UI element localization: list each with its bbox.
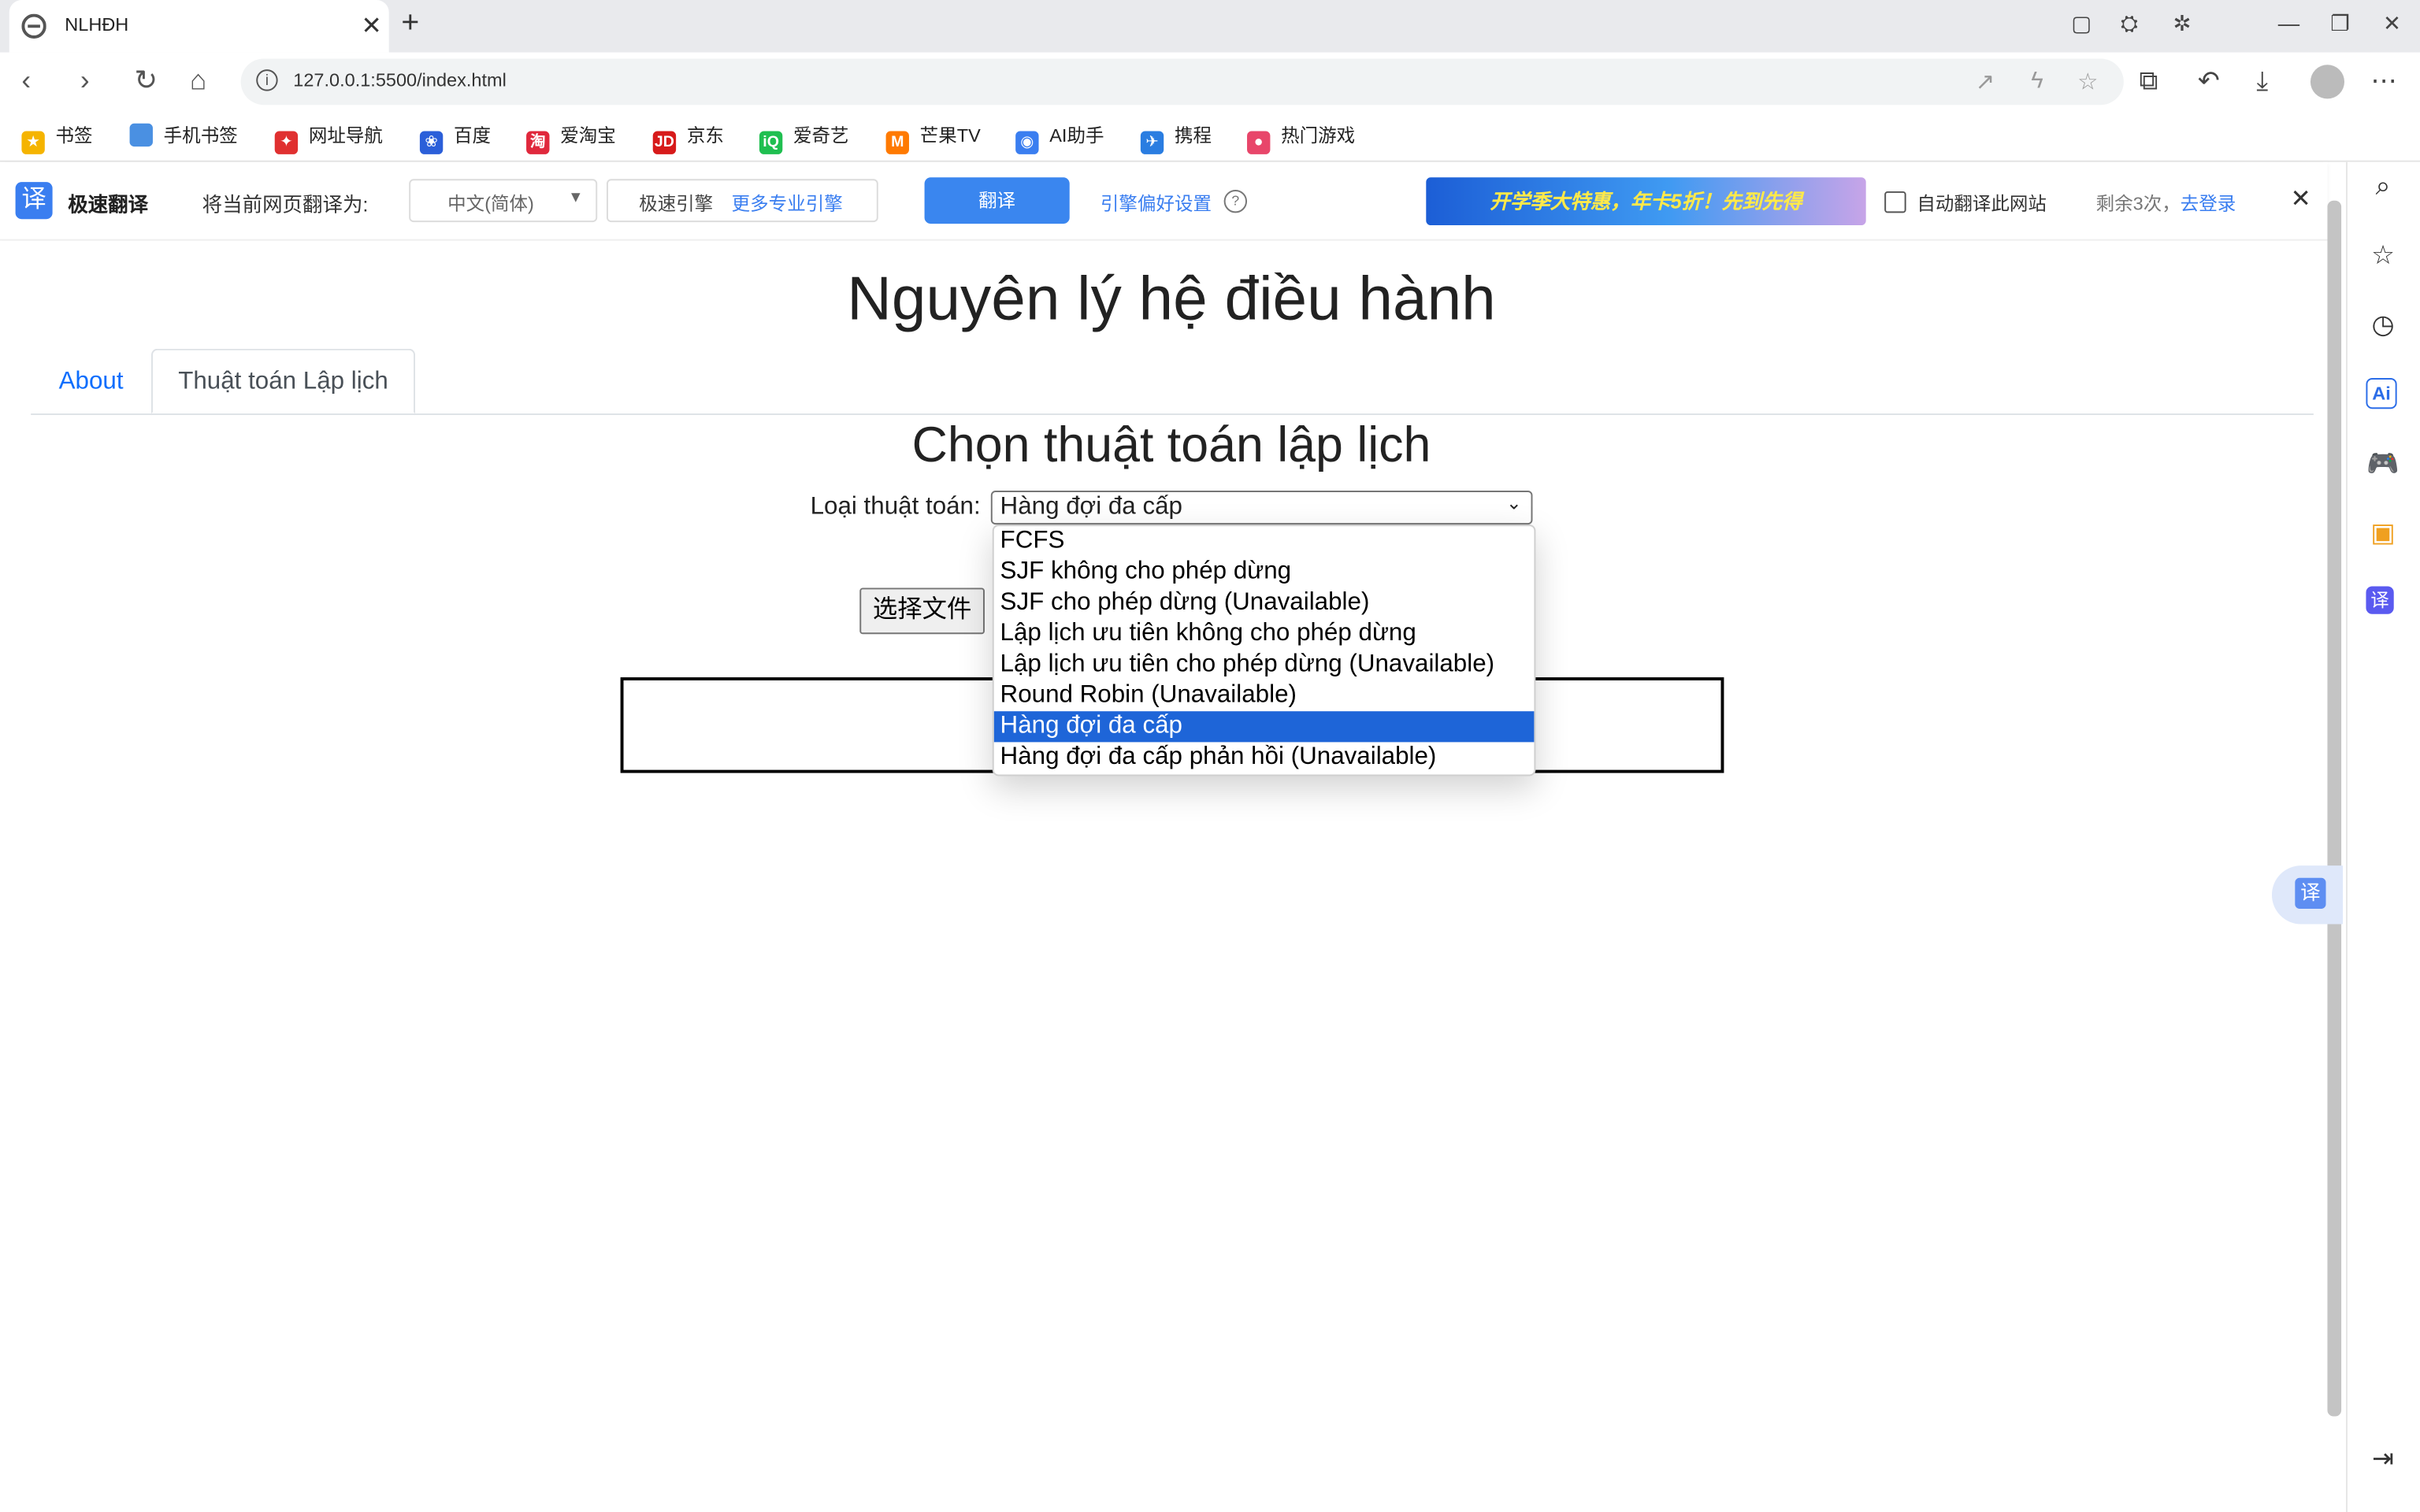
nav-icon: ✦ [274, 131, 299, 154]
algorithm-option[interactable]: Lập lịch ưu tiên không cho phép dừng [994, 619, 1535, 650]
back-icon[interactable]: ‹ [21, 65, 31, 97]
algorithm-option[interactable]: Round Robin (Unavailable) [994, 680, 1535, 711]
bookmark-item[interactable]: ◉ AI助手 [1015, 122, 1104, 154]
tab-scheduling[interactable]: Thuật toán Lập lịch [151, 348, 416, 414]
bookmarks-bar: ★ 书签 手机书签 ✦ 网址导航 ❀ 百度 淘爱淘宝 JD 京东 iQ 爱奇艺 M 芒果TV… [0, 111, 2420, 162]
browser-toolbar: ‹ › ↻ ⌂ i 127.0.0.1:5500/index.html ↗ ϟ … [0, 52, 2420, 112]
algorithm-select[interactable]: Hàng đợi đa cấp ⌄ [990, 491, 1533, 525]
more-engines-link[interactable]: 更多专业引擎 [732, 190, 843, 216]
promo-banner[interactable]: 开学季大特惠，年卡5折！先到先得 [1426, 177, 1866, 226]
tab-about[interactable]: About [31, 350, 151, 413]
taobao-icon: 淘 [526, 131, 550, 154]
history-icon[interactable]: ◷ [2366, 309, 2400, 343]
algorithm-option[interactable]: SJF không cho phép dừng [994, 557, 1535, 587]
bookmark-item[interactable]: iQ 爱奇艺 [759, 122, 849, 154]
auto-translate-checkbox[interactable] [1884, 191, 1906, 213]
game-icon: ● [1247, 131, 1271, 154]
remaining-count: 剩余3次，去登录 [2095, 192, 2236, 215]
engine-preferences-link[interactable]: 引擎偏好设置 [1101, 190, 1212, 216]
algorithm-label: Loại thuật toán: [810, 493, 981, 521]
phone-icon [129, 123, 153, 147]
close-tab-icon[interactable]: ✕ [361, 11, 381, 42]
ctrip-icon: ✈ [1140, 131, 1164, 154]
floating-translate-button[interactable]: 译 [2271, 865, 2344, 925]
login-link[interactable]: 去登录 [2181, 193, 2236, 214]
translate-logo-icon: 译 [15, 182, 53, 220]
forward-icon[interactable]: › [80, 65, 90, 97]
lightning-icon[interactable]: ϟ [2031, 68, 2043, 94]
tab-title: NLHĐH [65, 13, 129, 36]
star-icon: ★ [21, 131, 45, 154]
bookmark-item[interactable]: ✦ 网址导航 [274, 122, 383, 154]
more-menu-icon[interactable]: ⋯ [2370, 66, 2396, 97]
help-icon[interactable]: ? [1223, 189, 1248, 213]
page-scrollbar[interactable] [2327, 200, 2342, 1417]
toolbox-icon[interactable]: ▣ [2366, 517, 2400, 550]
url-text: 127.0.0.1:5500/index.html [293, 69, 507, 91]
algorithm-options-list[interactable]: FCFS SJF không cho phép dừng SJF cho phé… [992, 524, 1536, 776]
target-language-select[interactable]: 中文(简体) ▼ [409, 179, 598, 223]
bookmark-item[interactable]: ❀ 百度 [419, 122, 491, 154]
bookmark-item[interactable]: ● 热门游戏 [1247, 122, 1355, 154]
bookmark-item[interactable]: 手机书签 [129, 122, 238, 148]
gamepad-icon[interactable]: 🎮 [2366, 447, 2400, 481]
search-icon[interactable]: ⌕ [2366, 170, 2400, 204]
extensions-icon[interactable]: ⧉ [2139, 66, 2158, 97]
close-window-icon[interactable]: ✕ [2383, 11, 2401, 37]
minimize-icon[interactable]: — [2278, 11, 2299, 35]
ai-icon: ◉ [1015, 131, 1039, 154]
ai-icon[interactable]: Ai [2366, 378, 2397, 410]
undo-icon[interactable]: ↶ [2198, 66, 2220, 97]
bookmark-item[interactable]: ✈ 携程 [1140, 122, 1212, 154]
algorithm-option[interactable]: SJF cho phép dừng (Unavailable) [994, 587, 1535, 618]
algorithm-option[interactable]: FCFS [994, 526, 1535, 557]
algorithm-option[interactable]: Hàng đợi đa cấp phản hồi (Unavailable) [994, 742, 1535, 773]
restore-icon[interactable]: ❐ [2330, 11, 2350, 37]
translate-icon: 译 [2295, 877, 2326, 909]
choose-file-button[interactable]: 选择文件 [859, 587, 985, 635]
new-tab-icon[interactable]: + [401, 6, 419, 42]
extension-puzzle-icon[interactable]: ✲ [2173, 11, 2192, 37]
translate-prompt: 将当前网页翻译为: [202, 192, 369, 217]
browser-tab[interactable]: NLHĐH ✕ [9, 0, 389, 53]
algorithm-option-selected[interactable]: Hàng đợi đa cấp [993, 711, 1535, 743]
download-icon[interactable]: ⤓ [2256, 66, 2268, 97]
bookmark-item[interactable]: ★ 书签 [21, 122, 93, 154]
tab-strip: NLHĐH ✕ + ▢ ⛭ ✲ — ❐ ✕ [0, 0, 2420, 53]
browser-logo-icon [21, 13, 46, 39]
page-title: Nguyên lý hệ điều hành [847, 265, 1496, 334]
share-icon[interactable]: ↗ [1976, 68, 1995, 95]
site-info-icon[interactable]: i [256, 69, 278, 91]
engine-label: 极速引擎 [639, 192, 714, 215]
section-title: Chọn thuật toán lập lịch [911, 416, 1431, 472]
iqiyi-icon: iQ [759, 131, 783, 154]
translate-bar: 译 极速翻译 将当前网页翻译为: 中文(简体) ▼ 极速引擎 更多专业引擎 翻译 … [0, 161, 2328, 241]
reload-icon[interactable]: ↻ [134, 65, 158, 97]
dropdown-arrow-icon: ▼ [568, 189, 584, 207]
profile-avatar[interactable] [2310, 65, 2345, 99]
bookmark-item[interactable]: JD 京东 [652, 122, 724, 154]
close-translate-bar-icon[interactable]: ✕ [2290, 183, 2311, 214]
right-sidebar: ⌕ ☆ ◷ Ai 🎮 ▣ 译 ⇥ [2345, 161, 2420, 1512]
translate-button[interactable]: 翻译 [924, 177, 1070, 224]
address-bar[interactable]: i 127.0.0.1:5500/index.html ↗ ϟ ☆ [240, 58, 2124, 106]
home-icon[interactable]: ⌂ [190, 65, 206, 97]
auto-translate-label: 自动翻译此网站 [1917, 192, 2047, 215]
algorithm-option[interactable]: Lập lịch ưu tiên cho phép dừng (Unavaila… [994, 650, 1535, 680]
engine-selector[interactable]: 极速引擎 更多专业引擎 [606, 179, 878, 223]
page-content: Nguyên lý hệ điều hành About Thuật toán … [0, 240, 2328, 1512]
jd-icon: JD [652, 131, 677, 154]
bookmark-star-icon[interactable]: ☆ [2077, 68, 2098, 95]
translate-brand: 极速翻译 [68, 192, 149, 217]
bookmark-item[interactable]: 淘爱淘宝 [526, 122, 616, 154]
incognito-icon[interactable]: ⛭ [2121, 11, 2138, 37]
favorites-icon[interactable]: ☆ [2366, 239, 2400, 273]
collapse-sidebar-icon[interactable]: ⇥ [2366, 1443, 2400, 1477]
chevron-down-icon: ⌄ [1506, 491, 1522, 514]
bookmark-item[interactable]: M 芒果TV [885, 122, 981, 154]
baidu-icon: ❀ [419, 131, 444, 154]
tab-count-icon[interactable]: ▢ [2071, 11, 2092, 37]
translate-sidebar-icon[interactable]: 译 [2366, 586, 2394, 614]
mango-icon: M [885, 131, 909, 154]
